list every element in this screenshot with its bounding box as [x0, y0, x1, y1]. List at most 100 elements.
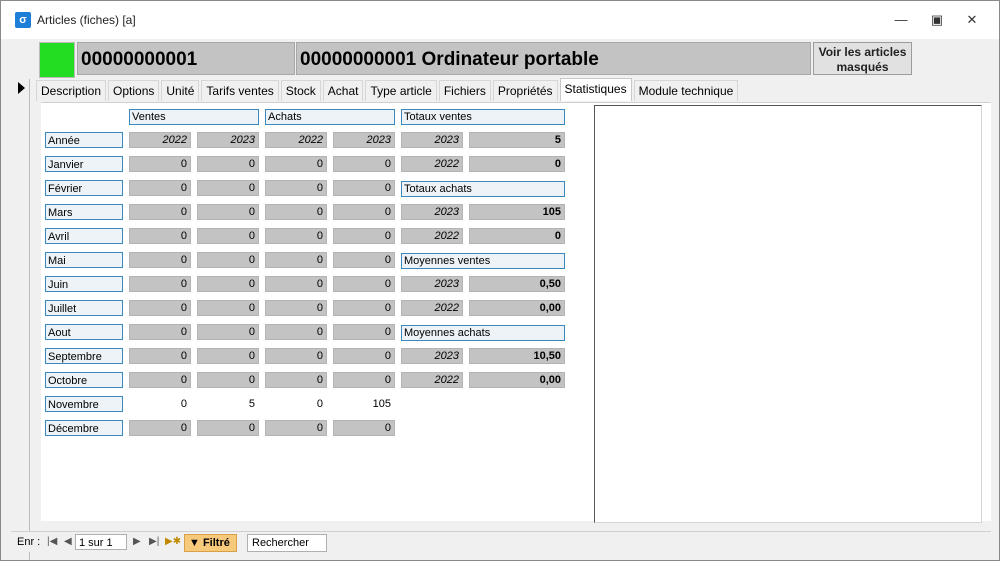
ventes-2022-cell[interactable]: 0 [129, 252, 191, 268]
achats-2023-cell[interactable]: 0 [333, 156, 395, 172]
next-record-icon[interactable]: ▶ [133, 534, 141, 550]
achats-2023-cell[interactable]: 0 [333, 228, 395, 244]
minimize-button[interactable]: — [887, 9, 915, 31]
ventes-2022-cell[interactable]: 0 [129, 324, 191, 340]
ventes-2023-cell[interactable]: 0 [197, 204, 259, 220]
achats-2022-cell[interactable]: 0 [265, 420, 327, 436]
current-record-field[interactable]: 1 sur 1 [75, 534, 127, 550]
achats-2022-cell[interactable]: 0 [265, 180, 327, 196]
totaux-achats-header: Totaux achats [401, 181, 565, 197]
ventes-2023-cell[interactable]: 0 [197, 180, 259, 196]
totaux-ventes-value[interactable]: 5 [469, 132, 565, 148]
record-selector[interactable] [11, 79, 30, 560]
moyennes-ventes-value[interactable]: 0,50 [469, 276, 565, 292]
ventes-2022-cell[interactable]: 0 [129, 276, 191, 292]
moyennes-achats-year[interactable]: 2022 [401, 372, 463, 388]
ventes-2023-cell[interactable]: 0 [197, 252, 259, 268]
tab-description[interactable]: Description [36, 80, 107, 101]
totaux-ventes-year[interactable]: 2022 [401, 156, 463, 172]
totaux-achats-value[interactable]: 0 [469, 228, 565, 244]
achats-2022-cell[interactable]: 0 [265, 252, 327, 268]
close-button[interactable]: ✕ [958, 9, 986, 31]
achats-2023-cell[interactable]: 105 [333, 396, 395, 412]
achats-2023-cell[interactable]: 0 [333, 204, 395, 220]
achats-2023-cell[interactable]: 0 [333, 252, 395, 268]
ventes-2023-cell[interactable]: 0 [197, 276, 259, 292]
filter-toggle[interactable]: ▼ Filtré [184, 534, 237, 552]
moyennes-ventes-value[interactable]: 0,00 [469, 300, 565, 316]
ventes-2022-cell[interactable]: 0 [129, 372, 191, 388]
totaux-achats-year[interactable]: 2023 [401, 204, 463, 220]
moyennes-ventes-header: Moyennes ventes [401, 253, 565, 269]
achats-2023-cell[interactable]: 0 [333, 420, 395, 436]
tab-stock[interactable]: Stock [280, 80, 321, 101]
ventes-2023-cell[interactable]: 0 [197, 372, 259, 388]
achats-2023-cell[interactable]: 0 [333, 372, 395, 388]
tab-module-technique[interactable]: Module technique [633, 80, 739, 101]
first-record-icon[interactable]: |◀ [47, 534, 57, 550]
ventes-year-2023[interactable]: 2023 [197, 132, 259, 148]
ventes-2023-cell[interactable]: 5 [197, 396, 259, 412]
ventes-2023-cell[interactable]: 0 [197, 300, 259, 316]
show-masked-articles-button[interactable]: Voir les articles masqués [813, 42, 912, 75]
tab-statistiques[interactable]: Statistiques [559, 78, 632, 101]
totaux-achats-year[interactable]: 2022 [401, 228, 463, 244]
ventes-2022-cell[interactable]: 0 [129, 180, 191, 196]
tab-achat[interactable]: Achat [322, 80, 364, 101]
ventes-year-2022[interactable]: 2022 [129, 132, 191, 148]
tab-options[interactable]: Options [108, 80, 160, 101]
achats-2022-cell[interactable]: 0 [265, 396, 327, 412]
ventes-2022-cell[interactable]: 0 [129, 204, 191, 220]
ventes-2023-cell[interactable]: 0 [197, 156, 259, 172]
moyennes-achats-value[interactable]: 0,00 [469, 372, 565, 388]
totaux-ventes-value[interactable]: 0 [469, 156, 565, 172]
achats-2022-cell[interactable]: 0 [265, 204, 327, 220]
tab-unite[interactable]: Unité [161, 80, 200, 101]
ventes-2022-cell[interactable]: 0 [129, 228, 191, 244]
achats-2022-cell[interactable]: 0 [265, 324, 327, 340]
achats-2022-cell[interactable]: 0 [265, 156, 327, 172]
totaux-achats-value[interactable]: 105 [469, 204, 565, 220]
new-record-icon[interactable]: ▶✱ [165, 534, 181, 550]
year-row-label: Année [45, 132, 123, 148]
month-label: Février [45, 180, 123, 196]
last-record-icon[interactable]: ▶| [149, 534, 159, 550]
moyennes-ventes-year[interactable]: 2023 [401, 276, 463, 292]
achats-2022-cell[interactable]: 0 [265, 348, 327, 364]
ventes-2023-cell[interactable]: 0 [197, 324, 259, 340]
achats-year-2022[interactable]: 2022 [265, 132, 327, 148]
ventes-2022-cell[interactable]: 0 [129, 156, 191, 172]
moyennes-ventes-year[interactable]: 2022 [401, 300, 463, 316]
achats-year-2023[interactable]: 2023 [333, 132, 395, 148]
ventes-2022-cell[interactable]: 0 [129, 348, 191, 364]
record-navigation-bar: Enr : |◀ ◀ 1 sur 1 ▶ ▶| ▶✱ ▼ Filtré Rech… [11, 531, 991, 552]
maximize-button[interactable]: ▣ [923, 9, 951, 31]
previous-record-icon[interactable]: ◀ [64, 534, 72, 550]
achats-2023-cell[interactable]: 0 [333, 324, 395, 340]
totaux-ventes-year[interactable]: 2023 [401, 132, 463, 148]
tab-type-article[interactable]: Type article [365, 80, 437, 101]
achats-2022-cell[interactable]: 0 [265, 372, 327, 388]
ventes-2023-cell[interactable]: 0 [197, 348, 259, 364]
moyennes-achats-value[interactable]: 10,50 [469, 348, 565, 364]
tab-tarifs-ventes[interactable]: Tarifs ventes [201, 80, 279, 101]
ventes-2022-cell[interactable]: 0 [129, 300, 191, 316]
article-designation-field[interactable]: 00000000001 Ordinateur portable [296, 42, 811, 75]
achats-2023-cell[interactable]: 0 [333, 348, 395, 364]
article-code-field[interactable]: 00000000001 [77, 42, 295, 75]
achats-2023-cell[interactable]: 0 [333, 180, 395, 196]
achats-2022-cell[interactable]: 0 [265, 228, 327, 244]
achats-2022-cell[interactable]: 0 [265, 276, 327, 292]
ventes-2022-cell[interactable]: 0 [129, 420, 191, 436]
achats-2023-cell[interactable]: 0 [333, 276, 395, 292]
achats-2023-cell[interactable]: 0 [333, 300, 395, 316]
ventes-2023-cell[interactable]: 0 [197, 228, 259, 244]
month-label: Septembre [45, 348, 123, 364]
achats-2022-cell[interactable]: 0 [265, 300, 327, 316]
tab-proprietes[interactable]: Propriétés [492, 80, 558, 101]
ventes-2023-cell[interactable]: 0 [197, 420, 259, 436]
search-field[interactable]: Rechercher [247, 534, 327, 552]
ventes-2022-cell[interactable]: 0 [129, 396, 191, 412]
tab-fichiers[interactable]: Fichiers [438, 80, 491, 101]
moyennes-achats-year[interactable]: 2023 [401, 348, 463, 364]
